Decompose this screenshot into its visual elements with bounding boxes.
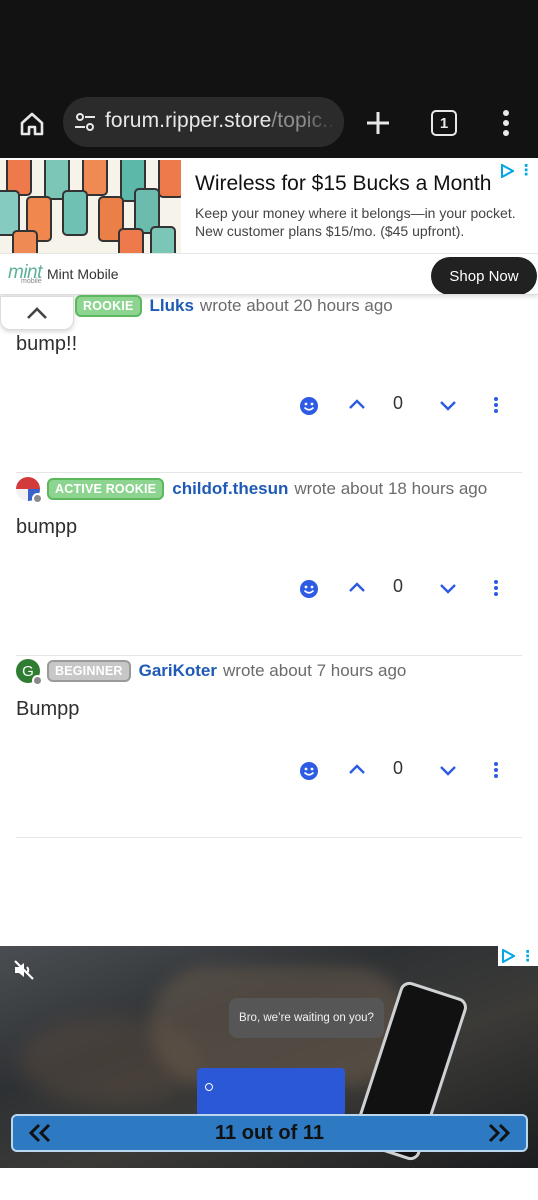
ad-choices-icon[interactable]: ⋮	[498, 946, 538, 966]
tab-switcher-button[interactable]: 1	[431, 110, 457, 136]
react-emoji-icon[interactable]	[299, 579, 319, 599]
ad-pager: 11 out of 11	[11, 1114, 528, 1152]
status-bar	[0, 0, 538, 92]
ad-image	[0, 160, 181, 253]
ad-phone-graphic	[158, 160, 181, 198]
post-body: bumpp	[16, 516, 78, 538]
ad-brand-name: Mint Mobile	[47, 266, 119, 282]
mute-icon[interactable]	[12, 958, 36, 982]
ad-phone-graphic	[118, 228, 144, 253]
shop-now-button[interactable]: Shop Now	[431, 257, 537, 294]
ad-phone-graphic	[150, 226, 176, 253]
address-bar[interactable]: forum.ripper.store/topic...	[63, 97, 344, 147]
post-meta: ACTIVE ROOKIE childof.thesun wrote about…	[16, 474, 487, 504]
react-emoji-icon[interactable]	[299, 396, 319, 416]
avatar[interactable]: G	[16, 659, 43, 686]
upvote-icon[interactable]	[347, 577, 367, 597]
avatar[interactable]	[16, 477, 43, 504]
vote-count: 0	[393, 758, 404, 778]
react-emoji-icon[interactable]	[299, 761, 319, 781]
radio-icon	[205, 1083, 213, 1091]
site-settings-icon[interactable]	[73, 110, 97, 134]
vote-count: 0	[393, 576, 404, 596]
post-timestamp[interactable]: wrote about 20 hours ago	[200, 296, 393, 316]
post-body: Bumpp	[16, 698, 80, 720]
ad-phone-graphic	[62, 190, 88, 236]
ad-copy-line: New customer plans $15/mo. ($45 upfront)…	[195, 223, 465, 239]
ad-choices-icon[interactable]: ⋮	[498, 162, 536, 180]
post-actions: 0	[296, 391, 502, 421]
video-overlay-box	[197, 1068, 345, 1116]
post-menu-icon[interactable]	[492, 760, 500, 780]
tab-count: 1	[439, 114, 449, 132]
video-ad[interactable]: ⋮ Bro, we’re waiting on you? 11 out of 1…	[0, 946, 538, 1168]
ad-headline: Wireless for $15 Bucks a Month	[195, 172, 492, 195]
user-badge: BEGINNER	[47, 660, 131, 682]
post-actions: 0	[296, 756, 502, 786]
post-divider	[16, 472, 522, 473]
upvote-icon[interactable]	[347, 759, 367, 779]
post-meta: ROOKIE Lluks wrote about 20 hours ago	[16, 291, 393, 321]
double-chevron-right-icon[interactable]	[486, 1122, 512, 1144]
ad-brand-row: mint mobile Mint Mobile Shop Now	[0, 253, 538, 294]
post-menu-icon[interactable]	[492, 578, 500, 598]
post-menu-icon[interactable]	[492, 395, 500, 415]
vote-count: 0	[393, 393, 404, 413]
downvote-icon[interactable]	[438, 396, 458, 416]
url-host: forum.ripper.store	[105, 109, 272, 132]
downvote-icon[interactable]	[438, 761, 458, 781]
post-item: G BEGINNER GariKoter wrote about 7 hours…	[16, 656, 522, 838]
post-body: bump!!	[16, 333, 78, 355]
upvote-icon[interactable]	[347, 394, 367, 414]
ad-menu-icon[interactable]: ⋮	[519, 163, 534, 178]
username-link[interactable]: childof.thesun	[172, 479, 288, 499]
post-item: ACTIVE ROOKIE childof.thesun wrote about…	[16, 474, 522, 656]
post-timestamp[interactable]: wrote about 7 hours ago	[223, 661, 406, 681]
post-meta: G BEGINNER GariKoter wrote about 7 hours…	[16, 656, 406, 686]
username-link[interactable]: GariKoter	[139, 661, 217, 681]
username-link[interactable]: Lluks	[150, 296, 194, 316]
mint-logo-sub: mobile	[21, 278, 42, 285]
browser-toolbar: forum.ripper.store/topic... 1	[0, 92, 538, 158]
ad-menu-icon[interactable]: ⋮	[520, 947, 535, 965]
top-banner-ad[interactable]: ⋮ Wireless for $15 Bucks a Month Keep yo…	[0, 160, 538, 295]
post-item: ROOKIE Lluks wrote about 20 hours ago bu…	[16, 291, 522, 473]
new-tab-icon[interactable]	[360, 105, 396, 141]
presence-indicator	[32, 675, 43, 686]
user-badge: ROOKIE	[75, 295, 142, 317]
downvote-icon[interactable]	[438, 579, 458, 599]
ad-copy-line: Keep your money where it belongs—in your…	[195, 205, 516, 221]
chat-bubble: Bro, we’re waiting on you?	[229, 998, 384, 1038]
pager-label: 11 out of 11	[215, 1122, 324, 1144]
more-vert-icon[interactable]	[494, 105, 518, 141]
url-fade	[304, 97, 344, 147]
post-divider	[16, 837, 522, 838]
home-icon[interactable]	[14, 106, 50, 142]
ad-phone-graphic	[12, 230, 38, 253]
presence-indicator	[32, 493, 43, 504]
user-badge: ACTIVE ROOKIE	[47, 478, 165, 500]
post-actions: 0	[296, 574, 502, 604]
post-timestamp[interactable]: wrote about 18 hours ago	[294, 479, 487, 499]
